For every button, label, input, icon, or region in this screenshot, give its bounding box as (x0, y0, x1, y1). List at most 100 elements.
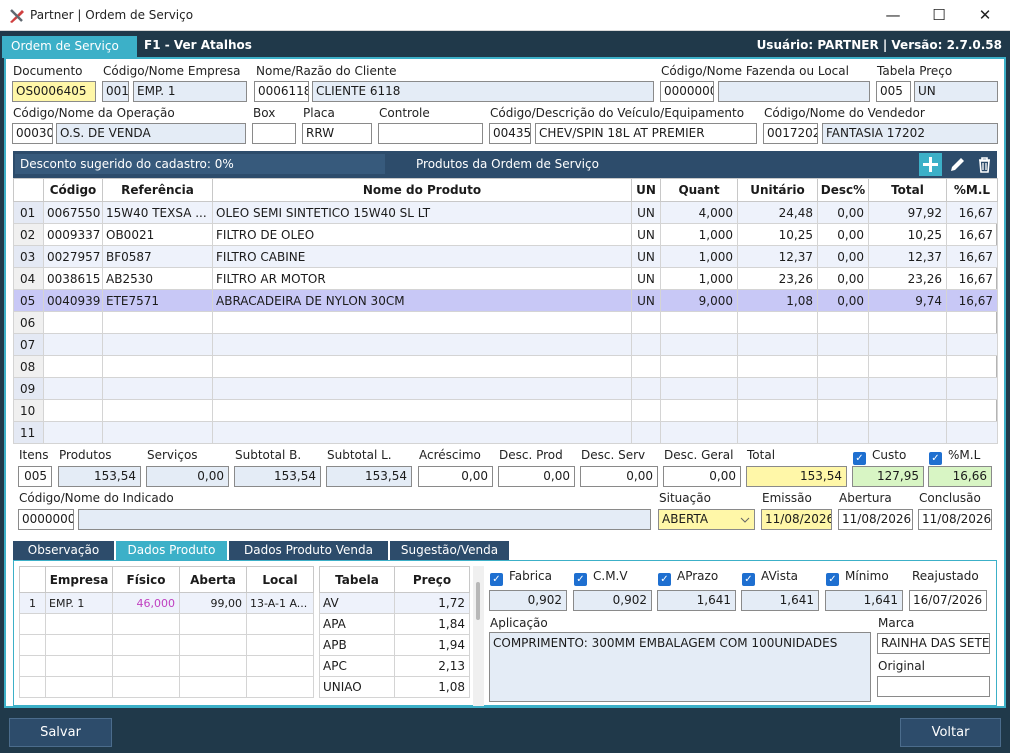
column-header[interactable]: Aberta (179, 566, 247, 593)
table-row[interactable]: AV 1,72 (319, 592, 470, 614)
cliente-code-field[interactable]: 0006118 (254, 81, 309, 102)
tabela-code-field[interactable]: 005 (876, 81, 911, 102)
table-row[interactable]: 06 (13, 311, 998, 334)
fabrica-checkbox[interactable]: ✓ Fabrica (490, 569, 552, 586)
table-row[interactable]: APA 1,84 (319, 613, 470, 635)
vendedor-code-field[interactable]: 0017202 (763, 123, 818, 144)
cliente-name-field[interactable]: CLIENTE 6118 (312, 81, 654, 102)
maximize-button[interactable]: ☐ (916, 0, 962, 31)
tab-dados-produto[interactable]: Dados Produto (116, 541, 227, 561)
conclusao-field[interactable]: 11/08/2026 (918, 509, 992, 530)
table-row[interactable]: UNIAO 1,08 (319, 676, 470, 698)
column-header[interactable]: Unitário (737, 178, 818, 202)
column-header[interactable]: Físico (112, 566, 180, 593)
box-field[interactable] (252, 123, 296, 144)
price-scrollbar[interactable] (473, 566, 484, 706)
table-row[interactable]: 07 (13, 333, 998, 356)
table-row[interactable] (19, 613, 314, 635)
column-header[interactable]: Preço (394, 566, 470, 593)
tabela-name-field[interactable]: UN (914, 81, 998, 102)
scrollbar-thumb[interactable] (476, 582, 480, 620)
aprazo-checkbox[interactable]: ✓ APrazo (658, 569, 718, 586)
avista-checkbox[interactable]: ✓ AVista (742, 569, 798, 586)
table-cell (179, 634, 247, 656)
table-row[interactable]: 04 0038615 AB2530 FILTRO AR MOTOR UN 1,000 23,… (13, 267, 998, 290)
save-button[interactable]: Salvar (9, 718, 112, 747)
custo-label: Custo (872, 448, 907, 462)
table-row[interactable]: 1 EMP. 1 46,000 99,00 13-A-1 A... (19, 592, 314, 614)
delete-product-button[interactable] (973, 153, 996, 176)
minimo-checkbox[interactable]: ✓ Mínimo (826, 569, 889, 586)
column-header[interactable]: Referência (102, 178, 213, 202)
placa-field[interactable]: RRW (302, 123, 372, 144)
cmv-checkbox[interactable]: ✓ C.M.V (574, 569, 628, 586)
column-header[interactable] (13, 178, 44, 202)
table-cell: 1,08 (394, 676, 470, 698)
fazenda-name-field[interactable] (718, 81, 870, 102)
indicado-name-field[interactable] (78, 509, 651, 530)
table-row[interactable]: 10 (13, 399, 998, 422)
table-cell: 0040939 (43, 289, 103, 312)
veiculo-name-field[interactable]: CHEV/SPIN 18L AT PREMIER (535, 123, 757, 144)
veiculo-code-field[interactable]: 00435 (489, 123, 531, 144)
column-header[interactable]: Empresa (45, 566, 113, 593)
column-header[interactable]: Tabela (319, 566, 395, 593)
table-row[interactable] (19, 655, 314, 677)
column-header[interactable]: Quant (660, 178, 738, 202)
table-cell (212, 399, 632, 422)
column-header[interactable] (19, 566, 46, 593)
column-header[interactable]: Nome do Produto (212, 178, 632, 202)
empresa-code-field[interactable]: 001 (102, 81, 129, 102)
table-row[interactable]: 05 0040939 ETE7571 ABRACADEIRA DE NYLON 30C… (13, 289, 998, 312)
documento-field[interactable]: OS0006405 (12, 81, 96, 102)
table-cell: UNIAO (319, 676, 395, 698)
column-header[interactable]: UN (631, 178, 661, 202)
table-row[interactable]: APB 1,94 (319, 634, 470, 656)
table-row[interactable]: 09 (13, 377, 998, 400)
close-button[interactable]: ✕ (962, 0, 1008, 31)
desc-serv-field[interactable]: 0,00 (580, 466, 658, 487)
conclusao-label: Conclusão (919, 491, 981, 505)
table-row[interactable]: APC 2,13 (319, 655, 470, 677)
table-row[interactable]: 02 0009337 OB0021 FILTRO DE OLEO UN 1,000 10,2… (13, 223, 998, 246)
column-header[interactable]: Código (43, 178, 103, 202)
back-button[interactable]: Voltar (900, 718, 1001, 747)
emissao-field[interactable]: 11/08/2026 (761, 509, 832, 530)
empresa-name-field[interactable]: EMP. 1 (133, 81, 247, 102)
table-row[interactable]: 11 (13, 421, 998, 444)
table-cell: UN (631, 245, 661, 268)
tab-sugestao-venda[interactable]: Sugestão/Venda (390, 541, 509, 561)
vendedor-name-field[interactable]: FANTASIA 17202 (822, 123, 998, 144)
ml-checkbox[interactable]: ✓ %M.L (929, 448, 980, 465)
controle-field[interactable] (378, 123, 483, 144)
table-row[interactable] (19, 676, 314, 698)
acrescimo-field[interactable]: 0,00 (418, 466, 493, 487)
indicado-code-field[interactable]: 0000000 (18, 509, 74, 530)
operacao-code-field[interactable]: 00030 (12, 123, 53, 144)
column-header[interactable]: Desc% (817, 178, 869, 202)
desc-prod-field[interactable]: 0,00 (498, 466, 575, 487)
fazenda-code-field[interactable]: 0000000 (660, 81, 714, 102)
abertura-label: Abertura (839, 491, 892, 505)
edit-product-button[interactable] (946, 153, 969, 176)
column-header[interactable]: %M.L (946, 178, 998, 202)
aplicacao-textarea[interactable]: COMPRIMENTO: 300MM EMBALAGEM COM 100UNID… (489, 632, 871, 702)
column-header[interactable]: Local (246, 566, 314, 593)
tab-ordem-servico[interactable]: Ordem de Serviço (2, 36, 137, 58)
table-row[interactable] (19, 634, 314, 656)
desc-geral-field[interactable]: 0,00 (663, 466, 741, 487)
abertura-field[interactable]: 11/08/2026 (838, 509, 913, 530)
table-row[interactable]: 08 (13, 355, 998, 378)
table-row[interactable]: 03 0027957 BF0587 FILTRO CABINE UN 1,000 12,37… (13, 245, 998, 268)
table-row[interactable]: 01 0067550 15W40 TEXSA ... OLEO SEMI SINTET… (13, 201, 998, 224)
situacao-select[interactable]: ABERTA (658, 509, 755, 530)
tab-observacao[interactable]: Observação (13, 541, 114, 561)
add-product-button[interactable] (919, 153, 942, 176)
tab-dados-produto-venda[interactable]: Dados Produto Venda (229, 541, 388, 561)
custo-checkbox[interactable]: ✓ Custo (853, 448, 906, 465)
minimize-button[interactable]: — (870, 0, 916, 31)
column-header[interactable]: Total (868, 178, 947, 202)
table-cell: 1 (19, 592, 46, 614)
table-cell (660, 355, 738, 378)
operacao-name-field[interactable]: O.S. DE VENDA (56, 123, 246, 144)
